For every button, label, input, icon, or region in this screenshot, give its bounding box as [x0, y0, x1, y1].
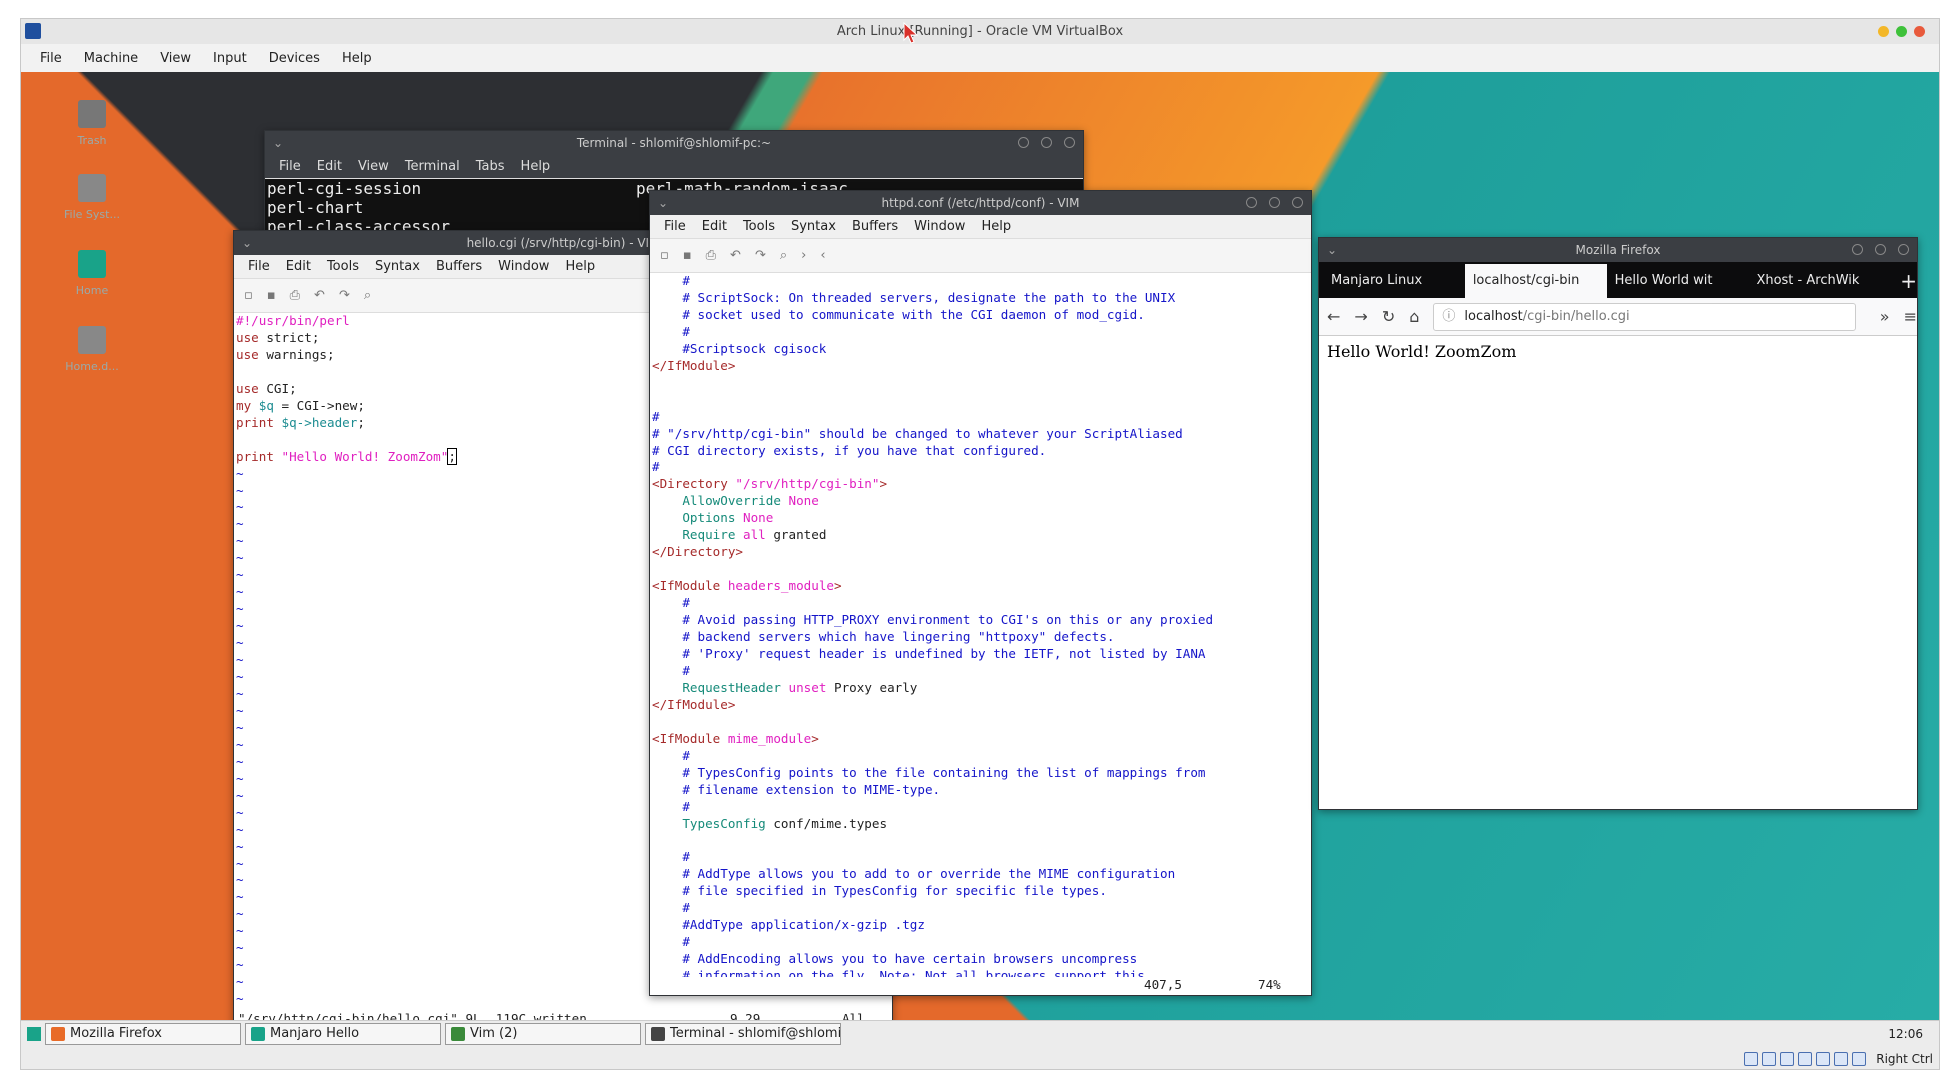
hdd-icon[interactable]: [1744, 1051, 1759, 1066]
taskbar-manjaro-hello[interactable]: Manjaro Hello: [245, 1022, 441, 1045]
find-icon[interactable]: ⌕: [364, 288, 371, 303]
vim-hello-title: hello.cgi (/srv/http/cgi-bin) - VIM: [466, 236, 660, 250]
reload-icon[interactable]: ↻: [1382, 307, 1395, 326]
settings-file-icon: [78, 326, 106, 354]
host-title: Arch Linux [Running] - Oracle VM Virtual…: [836, 24, 1124, 39]
back-icon[interactable]: ←: [1327, 307, 1340, 326]
minimize-button[interactable]: [1878, 26, 1889, 37]
terminal-title: Terminal - shlomif@shlomif-pc:~: [576, 136, 772, 150]
host-statusbar: Right Ctrl: [21, 1046, 1939, 1069]
tab-hello-world[interactable]: Hello World wit: [1607, 264, 1749, 298]
open-icon[interactable]: ▫: [244, 288, 253, 303]
find-icon[interactable]: ⌕: [780, 248, 787, 263]
redo-icon[interactable]: ↷: [339, 288, 350, 303]
tab-xhost[interactable]: Xhost - ArchWik: [1748, 264, 1890, 298]
taskbar-vim[interactable]: Vim (2): [445, 1022, 641, 1045]
firefox-tabbar: Manjaro Linux localhost/cgi-bin Hello Wo…: [1319, 262, 1917, 298]
desktop-icon-filesystem[interactable]: File Syst...: [51, 174, 133, 221]
home-folder-icon: [78, 250, 106, 278]
guest-taskbar: Mozilla Firefox Manjaro Hello Vim (2) Te…: [21, 1020, 1939, 1046]
prev-icon[interactable]: ‹: [820, 248, 825, 263]
firefox-title: Mozilla Firefox: [1575, 243, 1661, 257]
vim-httpd-statusline: 407,5 74%: [650, 977, 1311, 995]
vim-httpd-toolbar: ▫ ▪ ⎙ ↶ ↷ ⌕ › ‹: [650, 239, 1311, 273]
mouse-icon[interactable]: [1852, 1051, 1867, 1066]
desktop-icon-homed[interactable]: Home.d...: [51, 326, 133, 373]
guest-screen: Trash File Syst... Home Home.d... ⌄ Termi…: [21, 72, 1939, 1020]
manjaro-menu-icon[interactable]: [27, 1026, 41, 1041]
virtualbox-window: Arch Linux [Running] - Oracle VM Virtual…: [20, 18, 1940, 1070]
drive-icon: [78, 174, 106, 202]
menu-icon[interactable]: ≡: [1904, 307, 1917, 326]
usb-icon[interactable]: [1780, 1051, 1795, 1066]
redo-icon[interactable]: ↷: [755, 248, 766, 263]
terminal-menubar: File Edit View Terminal Tabs Help: [265, 155, 1083, 179]
tab-manjaro[interactable]: Manjaro Linux: [1323, 264, 1465, 298]
mouse-cursor-icon: [903, 22, 919, 44]
tab-localhost[interactable]: localhost/cgi-bin: [1464, 264, 1607, 298]
next-icon[interactable]: ›: [801, 248, 806, 263]
undo-icon[interactable]: ↶: [730, 248, 741, 263]
url-bar[interactable]: ⓘ localhost/cgi-bin/hello.cgi: [1433, 302, 1856, 331]
new-tab-button[interactable]: +: [1890, 264, 1917, 298]
menu-file[interactable]: File: [40, 51, 62, 66]
overflow-icon[interactable]: »: [1880, 307, 1890, 326]
vim-httpd-title: httpd.conf (/etc/httpd/conf) - VIM: [881, 196, 1080, 210]
menu-help[interactable]: Help: [342, 51, 372, 66]
host-key-label: Right Ctrl: [1876, 1051, 1933, 1066]
optical-icon[interactable]: [1762, 1051, 1777, 1066]
print-icon[interactable]: ⎙: [290, 288, 300, 303]
undo-icon[interactable]: ↶: [314, 288, 325, 303]
forward-icon[interactable]: →: [1354, 307, 1367, 326]
desktop-icon-home[interactable]: Home: [51, 250, 133, 297]
menu-machine[interactable]: Machine: [84, 51, 138, 66]
save-icon[interactable]: ▪: [683, 248, 692, 263]
open-icon[interactable]: ▫: [660, 248, 669, 263]
vim-httpd-buffer[interactable]: # # ScriptSock: On threaded servers, des…: [650, 273, 1311, 985]
desktop-icon-trash[interactable]: Trash: [51, 100, 133, 147]
trash-icon: [78, 100, 106, 128]
host-titlebar: Arch Linux [Running] - Oracle VM Virtual…: [21, 19, 1939, 44]
menu-input[interactable]: Input: [213, 51, 247, 66]
vim-hello-statusline: "/srv/http/cgi-bin/hello.cgi" 9L, 119C w…: [234, 1011, 892, 1020]
taskbar-terminal[interactable]: Terminal - shlomif@shlomi...: [645, 1022, 841, 1045]
shared-folder-icon[interactable]: [1816, 1051, 1831, 1066]
close-button[interactable]: [1914, 26, 1925, 37]
page-content: Hello World! ZoomZom: [1327, 342, 1517, 361]
firefox-navbar: ← → ↻ ⌂ ⓘ localhost/cgi-bin/hello.cgi » ≡: [1319, 298, 1917, 336]
menu-devices[interactable]: Devices: [269, 51, 320, 66]
firefox-window[interactable]: ⌄ Mozilla Firefox Manjaro Linux localhost…: [1318, 237, 1918, 810]
info-icon: ⓘ: [1442, 308, 1456, 324]
print-icon[interactable]: ⎙: [706, 248, 716, 263]
clock[interactable]: 12:06: [1888, 1027, 1923, 1041]
network-icon[interactable]: [1798, 1051, 1813, 1066]
menu-view[interactable]: View: [160, 51, 191, 66]
save-icon[interactable]: ▪: [267, 288, 276, 303]
vim-httpd-menubar: File Edit Tools Syntax Buffers Window Help: [650, 215, 1311, 239]
vim-httpd-window[interactable]: ⌄ httpd.conf (/etc/httpd/conf) - VIM File…: [649, 190, 1312, 996]
display-icon[interactable]: [1834, 1051, 1849, 1066]
virtualbox-icon: [25, 23, 41, 39]
home-icon[interactable]: ⌂: [1409, 307, 1419, 326]
taskbar-firefox[interactable]: Mozilla Firefox: [45, 1022, 241, 1045]
maximize-button[interactable]: [1896, 26, 1907, 37]
host-menubar: File Machine View Input Devices Help: [21, 44, 1939, 72]
